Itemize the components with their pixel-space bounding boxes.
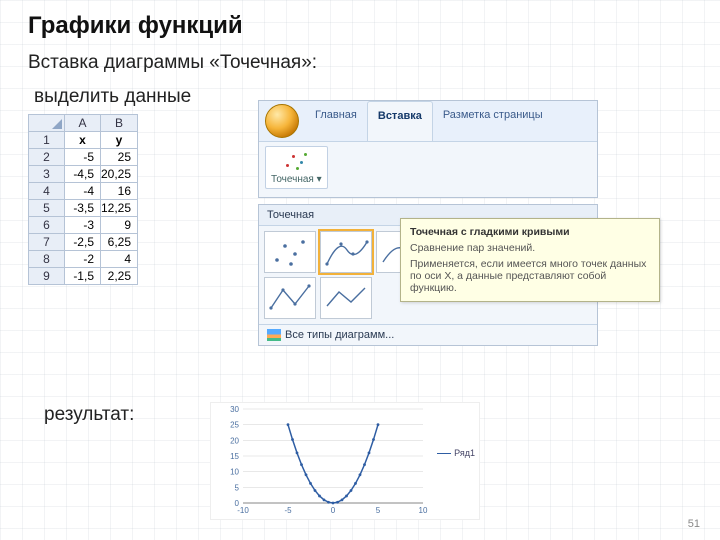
scatter-icon [282, 150, 310, 172]
ribbon-tab-layout[interactable]: Разметка страницы [433, 101, 553, 141]
office-button[interactable] [265, 104, 299, 138]
tooltip-line2: Применяется, если имеется много точек да… [410, 258, 650, 294]
gallery-scatter-markers[interactable] [264, 231, 316, 273]
svg-text:10: 10 [419, 506, 428, 515]
svg-text:30: 30 [230, 405, 239, 414]
tooltip-title: Точечная с гладкими кривыми [410, 226, 570, 238]
page-number: 51 [688, 518, 700, 530]
svg-text:25: 25 [230, 421, 239, 430]
svg-text:15: 15 [230, 452, 239, 461]
svg-text:-5: -5 [284, 506, 292, 515]
svg-text:10: 10 [230, 468, 239, 477]
ribbon-tab-insert[interactable]: Вставка [367, 101, 433, 141]
svg-text:20: 20 [230, 436, 239, 445]
svg-text:0: 0 [331, 506, 336, 515]
chart-legend: Ряд1 [437, 448, 475, 458]
scatter-button-label: Точечная ▾ [271, 174, 322, 185]
svg-text:5: 5 [235, 483, 240, 492]
slide-subtitle: Вставка диаграммы «Точечная»: [28, 52, 692, 74]
gallery-scatter-smooth[interactable] [320, 231, 372, 273]
svg-text:5: 5 [376, 506, 381, 515]
all-chart-types[interactable]: Все типы диаграмм... [259, 324, 597, 345]
tooltip: Точечная с гладкими кривыми Сравнение па… [400, 218, 660, 302]
tooltip-line1: Сравнение пар значений. [410, 242, 650, 254]
result-label: результат: [44, 404, 134, 426]
spreadsheet: AB1xy2-5253-4,520,254-4165-3,512,256-397… [28, 114, 138, 285]
ribbon-tab-home[interactable]: Главная [305, 101, 367, 141]
slide-title: Графики функций [28, 12, 692, 40]
bar-chart-icon [267, 329, 281, 341]
scatter-chart-button[interactable]: Точечная ▾ [265, 146, 328, 189]
gallery-scatter-straight-markers[interactable] [264, 277, 316, 319]
svg-text:-10: -10 [237, 506, 249, 515]
gallery-scatter-straight[interactable] [320, 277, 372, 319]
result-chart: 051015202530-10-50510 Ряд1 [210, 402, 480, 520]
select-data-label: выделить данные [34, 86, 191, 108]
